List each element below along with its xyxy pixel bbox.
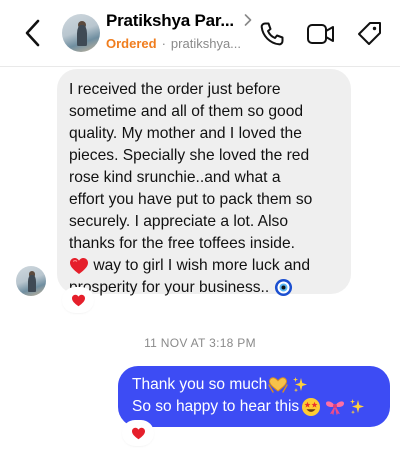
incoming-message-bubble[interactable]: I received the order just before sometim…: [57, 69, 351, 297]
order-status: Ordered: [106, 36, 157, 51]
message-line: quality. My mother and I loved the: [69, 125, 302, 142]
incoming-message-text: I received the order just before sometim…: [69, 79, 341, 299]
message-line: sometime and all of them so good: [69, 103, 304, 120]
evil-eye-emoji: [274, 279, 292, 297]
contact-name[interactable]: Pratikshya Par...: [106, 11, 234, 31]
sender-avatar[interactable]: [16, 266, 46, 296]
chat-header: Pratikshya Par... Ordered · pratikshya..…: [0, 0, 400, 66]
message-line: So so happy to hear this: [132, 396, 376, 418]
contact-subtitle: Ordered · pratikshya...: [106, 36, 241, 51]
outgoing-message-bubble[interactable]: Thank you so much So so happy to hear th…: [118, 366, 390, 427]
sparkles-emoji: [350, 399, 365, 415]
message-line: prosperity for your business..: [69, 277, 341, 299]
message-line-text: way to girl I wish more luck and: [89, 257, 310, 274]
message-line-text: Thank you so much: [132, 376, 268, 393]
header-divider: [0, 66, 400, 67]
tag-icon[interactable]: [356, 20, 384, 48]
message-line: pieces. Specially she loved the red: [69, 147, 310, 164]
incoming-reaction-badge[interactable]: [64, 289, 92, 311]
message-line-text: So so happy to hear this: [132, 398, 300, 415]
red-heart-emoji: [131, 427, 145, 439]
message-timestamp: 11 NOV AT 3:18 PM: [144, 336, 256, 350]
contact-name-row[interactable]: Pratikshya Par...: [106, 11, 252, 31]
contact-handle: pratikshya...: [170, 36, 242, 51]
ribbon-emoji: [326, 401, 345, 416]
red-heart-emoji: [70, 257, 88, 274]
message-line: thanks for the free toffees inside.: [69, 235, 295, 252]
message-line: way to girl I wish more luck and: [69, 255, 341, 277]
message-line: I received the order just before: [69, 81, 281, 98]
chevron-right-icon[interactable]: [244, 13, 252, 29]
message-line: Thank you so much: [132, 374, 376, 396]
heart-hands-emoji: [268, 377, 288, 393]
sparkles-emoji: [293, 377, 308, 393]
phone-icon[interactable]: [258, 20, 286, 48]
outgoing-reaction-badge[interactable]: [124, 422, 152, 444]
separator-dot: ·: [161, 36, 166, 51]
back-chevron-icon[interactable]: [22, 18, 44, 48]
message-line: effort you have put to pack them so: [69, 191, 313, 208]
star-struck-emoji: [302, 398, 321, 416]
message-line: securely. I appreciate a lot. Also: [69, 213, 289, 230]
message-line-text: prosperity for your business..: [69, 279, 270, 296]
message-line: rose kind srunchie..and what a: [69, 169, 281, 186]
video-camera-icon[interactable]: [306, 20, 336, 48]
contact-avatar[interactable]: [62, 14, 100, 52]
red-heart-emoji: [71, 294, 85, 306]
